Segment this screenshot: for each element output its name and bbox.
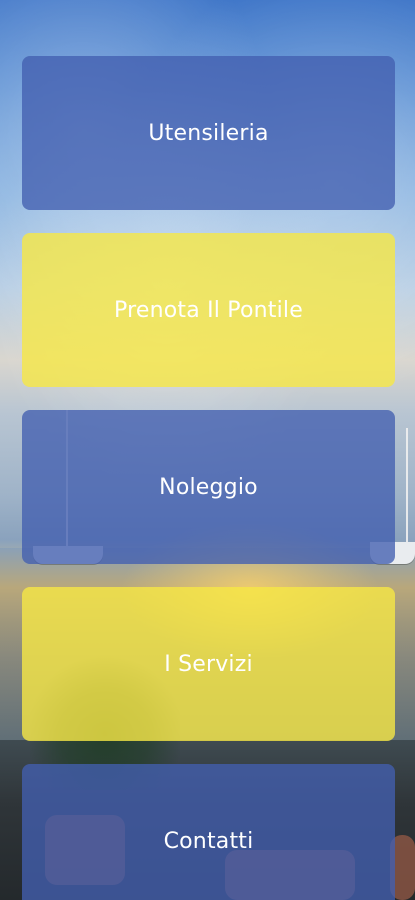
sailboat-mast-right xyxy=(406,428,408,546)
menu-item-contatti[interactable]: Contatti xyxy=(22,764,395,900)
menu-item-label: Utensileria xyxy=(148,120,269,146)
menu-item-noleggio[interactable]: Noleggio xyxy=(22,410,395,564)
app-screen: Utensileria Prenota Il Pontile Noleggio … xyxy=(0,0,415,900)
menu-item-i-servizi[interactable]: I Servizi xyxy=(22,587,395,741)
menu-item-label: Contatti xyxy=(163,828,254,854)
menu-item-prenota-il-pontile[interactable]: Prenota Il Pontile xyxy=(22,233,395,387)
menu-item-label: Prenota Il Pontile xyxy=(114,297,303,323)
menu-item-utensileria[interactable]: Utensileria xyxy=(22,56,395,210)
menu-item-label: Noleggio xyxy=(159,474,258,500)
menu-item-label: I Servizi xyxy=(164,651,253,677)
main-menu: Utensileria Prenota Il Pontile Noleggio … xyxy=(22,56,395,900)
